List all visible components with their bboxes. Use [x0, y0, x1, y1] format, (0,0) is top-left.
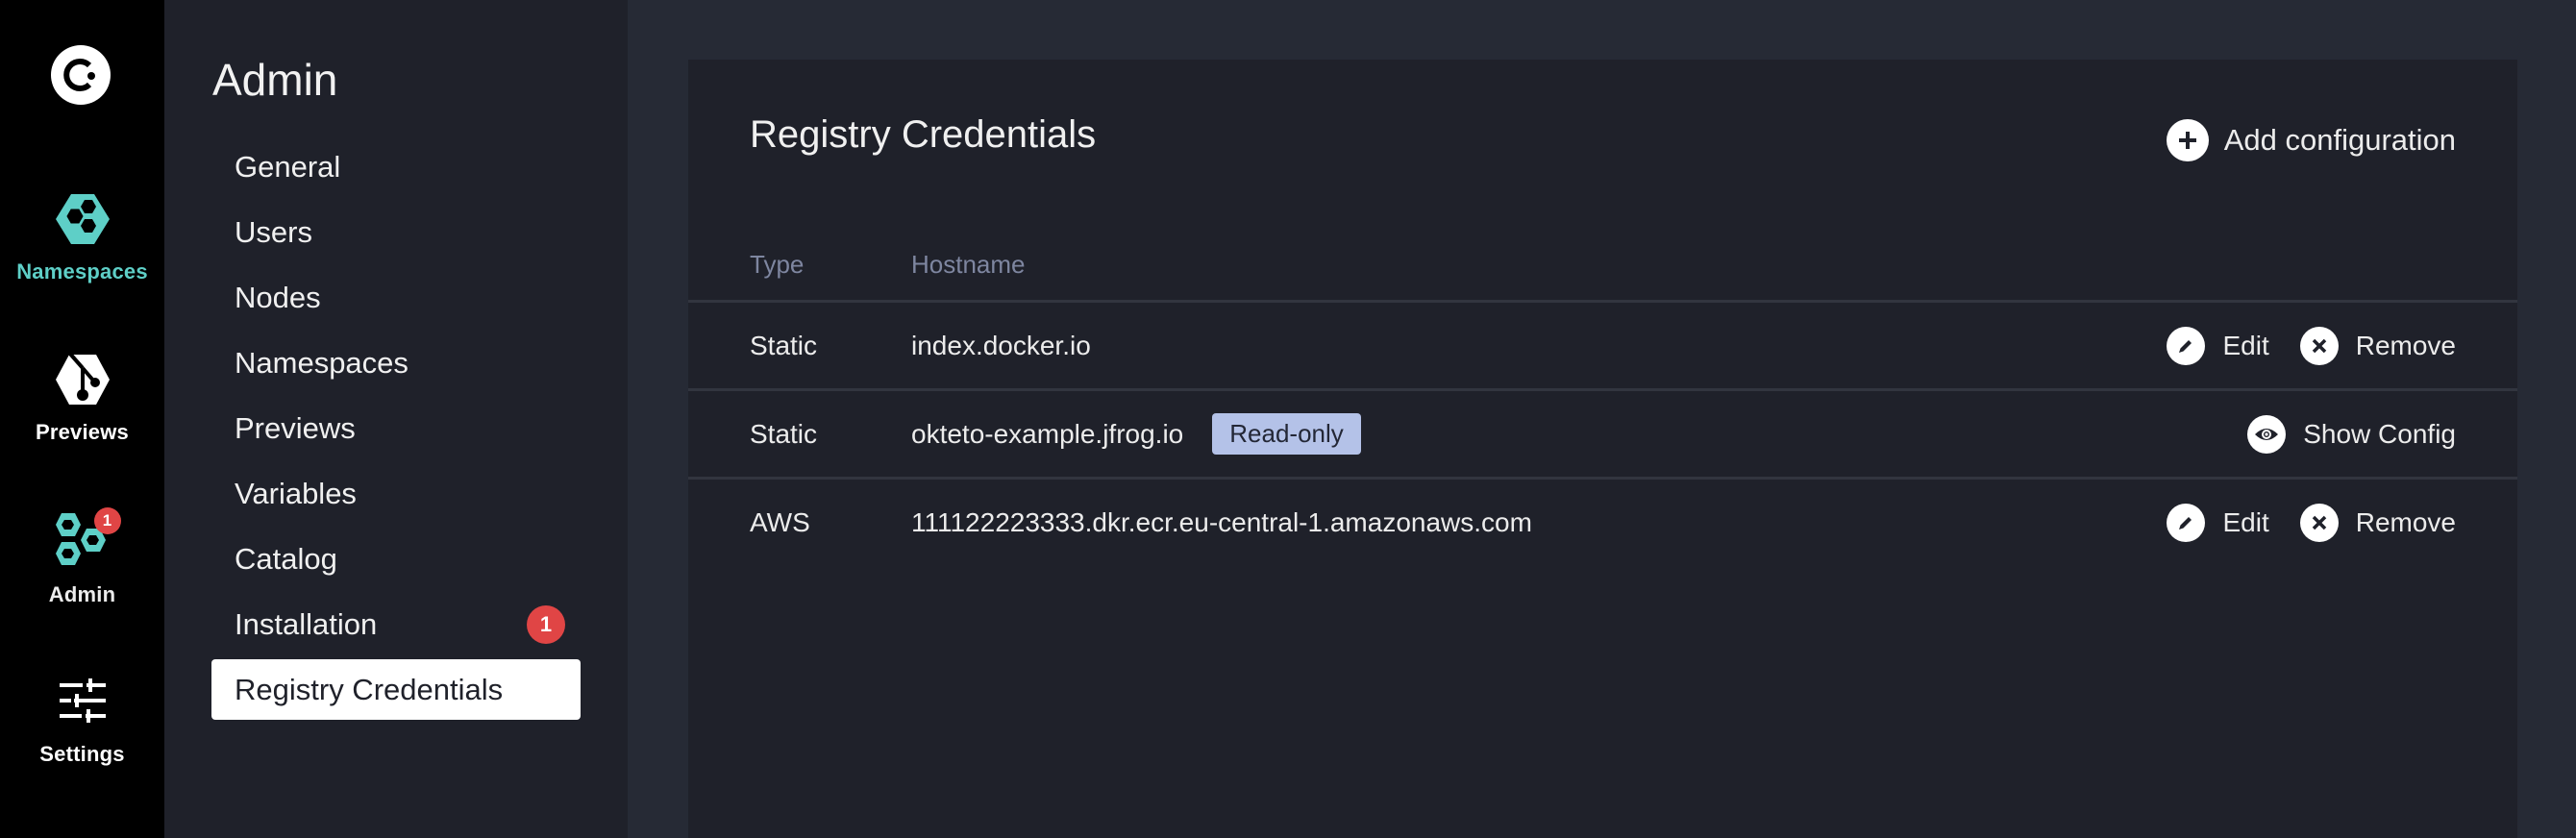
column-header-type: Type	[750, 250, 805, 279]
pencil-icon	[2167, 503, 2206, 542]
pencil-icon	[2167, 326, 2206, 365]
rail-item-label: Settings	[39, 742, 125, 766]
table-row: AWS 111122223333.dkr.ecr.eu-central-1.am…	[688, 480, 2517, 568]
sliders-icon	[52, 671, 113, 732]
icon-rail: Namespaces Previews 1 Admin Settings	[0, 0, 164, 838]
edit-label: Edit	[2222, 506, 2269, 537]
table-row: Static index.docker.io Edit Remove	[688, 303, 2517, 391]
namespaces-hexagon-icon	[52, 188, 113, 250]
x-circle-icon	[2299, 503, 2339, 542]
rail-item-label: Previews	[35, 420, 129, 444]
show-config-label: Show Config	[2303, 418, 2456, 449]
subnav-item-namespaces[interactable]: Namespaces	[211, 331, 581, 396]
edit-button[interactable]: Edit	[2167, 503, 2269, 542]
column-header-hostname: Hostname	[911, 250, 1026, 279]
subnav-item-registry-credentials[interactable]: Registry Credentials	[211, 659, 581, 720]
rail-item-admin[interactable]: 1 Admin	[0, 507, 164, 607]
remove-label: Remove	[2355, 330, 2456, 360]
remove-button[interactable]: Remove	[2299, 326, 2456, 365]
show-config-button[interactable]: Show Config	[2247, 414, 2456, 454]
rail-item-previews[interactable]: Previews	[0, 349, 164, 445]
page-title: Registry Credentials	[750, 113, 1097, 156]
remove-label: Remove	[2355, 506, 2456, 537]
read-only-badge: Read-only	[1212, 413, 1361, 455]
cell-type: Static	[750, 331, 818, 360]
admin-subnav: Admin General Users Nodes Namespaces Pre…	[164, 0, 628, 838]
cell-type: Static	[750, 419, 818, 449]
x-circle-icon	[2299, 326, 2339, 365]
hostname-text: index.docker.io	[911, 331, 1091, 360]
eye-icon	[2247, 414, 2287, 454]
add-configuration-button[interactable]: Add configuration	[2166, 119, 2456, 161]
row-actions: Edit Remove	[2136, 303, 2456, 388]
subnav-item-previews[interactable]: Previews	[211, 396, 581, 461]
remove-button[interactable]: Remove	[2299, 503, 2456, 542]
table-row: Static okteto-example.jfrog.io Read-only	[688, 391, 2517, 480]
subnav-item-catalog[interactable]: Catalog	[211, 527, 581, 592]
table-header: Type Hostname	[688, 242, 2517, 303]
cell-hostname: okteto-example.jfrog.io Read-only	[911, 391, 1361, 477]
cell-hostname: 111122223333.dkr.ecr.eu-central-1.amazon…	[911, 480, 1532, 565]
cell-type: AWS	[750, 507, 810, 537]
subnav-item-variables[interactable]: Variables	[211, 461, 581, 527]
row-actions: Edit Remove	[2136, 480, 2456, 565]
subnav-title: Admin	[212, 55, 338, 105]
subnav-list: General Users Nodes Namespaces Previews …	[211, 135, 581, 720]
plus-circle-icon	[2166, 119, 2209, 161]
admin-notification-badge: 1	[93, 507, 121, 534]
hostname-text: okteto-example.jfrog.io	[911, 419, 1184, 449]
okteto-logo-icon[interactable]	[50, 44, 111, 106]
subnav-item-users[interactable]: Users	[211, 200, 581, 265]
edit-button[interactable]: Edit	[2167, 326, 2269, 365]
edit-label: Edit	[2222, 330, 2269, 360]
admin-hexagons-icon: 1	[52, 507, 121, 573]
installation-notification-badge: 1	[527, 605, 565, 644]
rail-item-settings[interactable]: Settings	[0, 671, 164, 767]
registry-credentials-card: Registry Credentials Add configuration T…	[688, 60, 2517, 838]
add-configuration-label: Add configuration	[2223, 123, 2456, 157]
rail-item-label: Namespaces	[16, 259, 148, 283]
row-actions: Show Config	[2217, 391, 2456, 477]
table-body: Static index.docker.io Edit Remove Stati…	[688, 303, 2517, 568]
hostname-text: 111122223333.dkr.ecr.eu-central-1.amazon…	[911, 507, 1532, 537]
subnav-item-label: Installation	[235, 607, 378, 641]
subnav-item-installation[interactable]: Installation 1	[211, 592, 581, 657]
subnav-item-general[interactable]: General	[211, 135, 581, 200]
rail-item-label: Admin	[48, 582, 116, 606]
rail-item-namespaces[interactable]: Namespaces	[0, 188, 164, 284]
git-branch-hexagon-icon	[52, 349, 113, 410]
cell-hostname: index.docker.io	[911, 303, 1091, 388]
subnav-item-nodes[interactable]: Nodes	[211, 265, 581, 331]
